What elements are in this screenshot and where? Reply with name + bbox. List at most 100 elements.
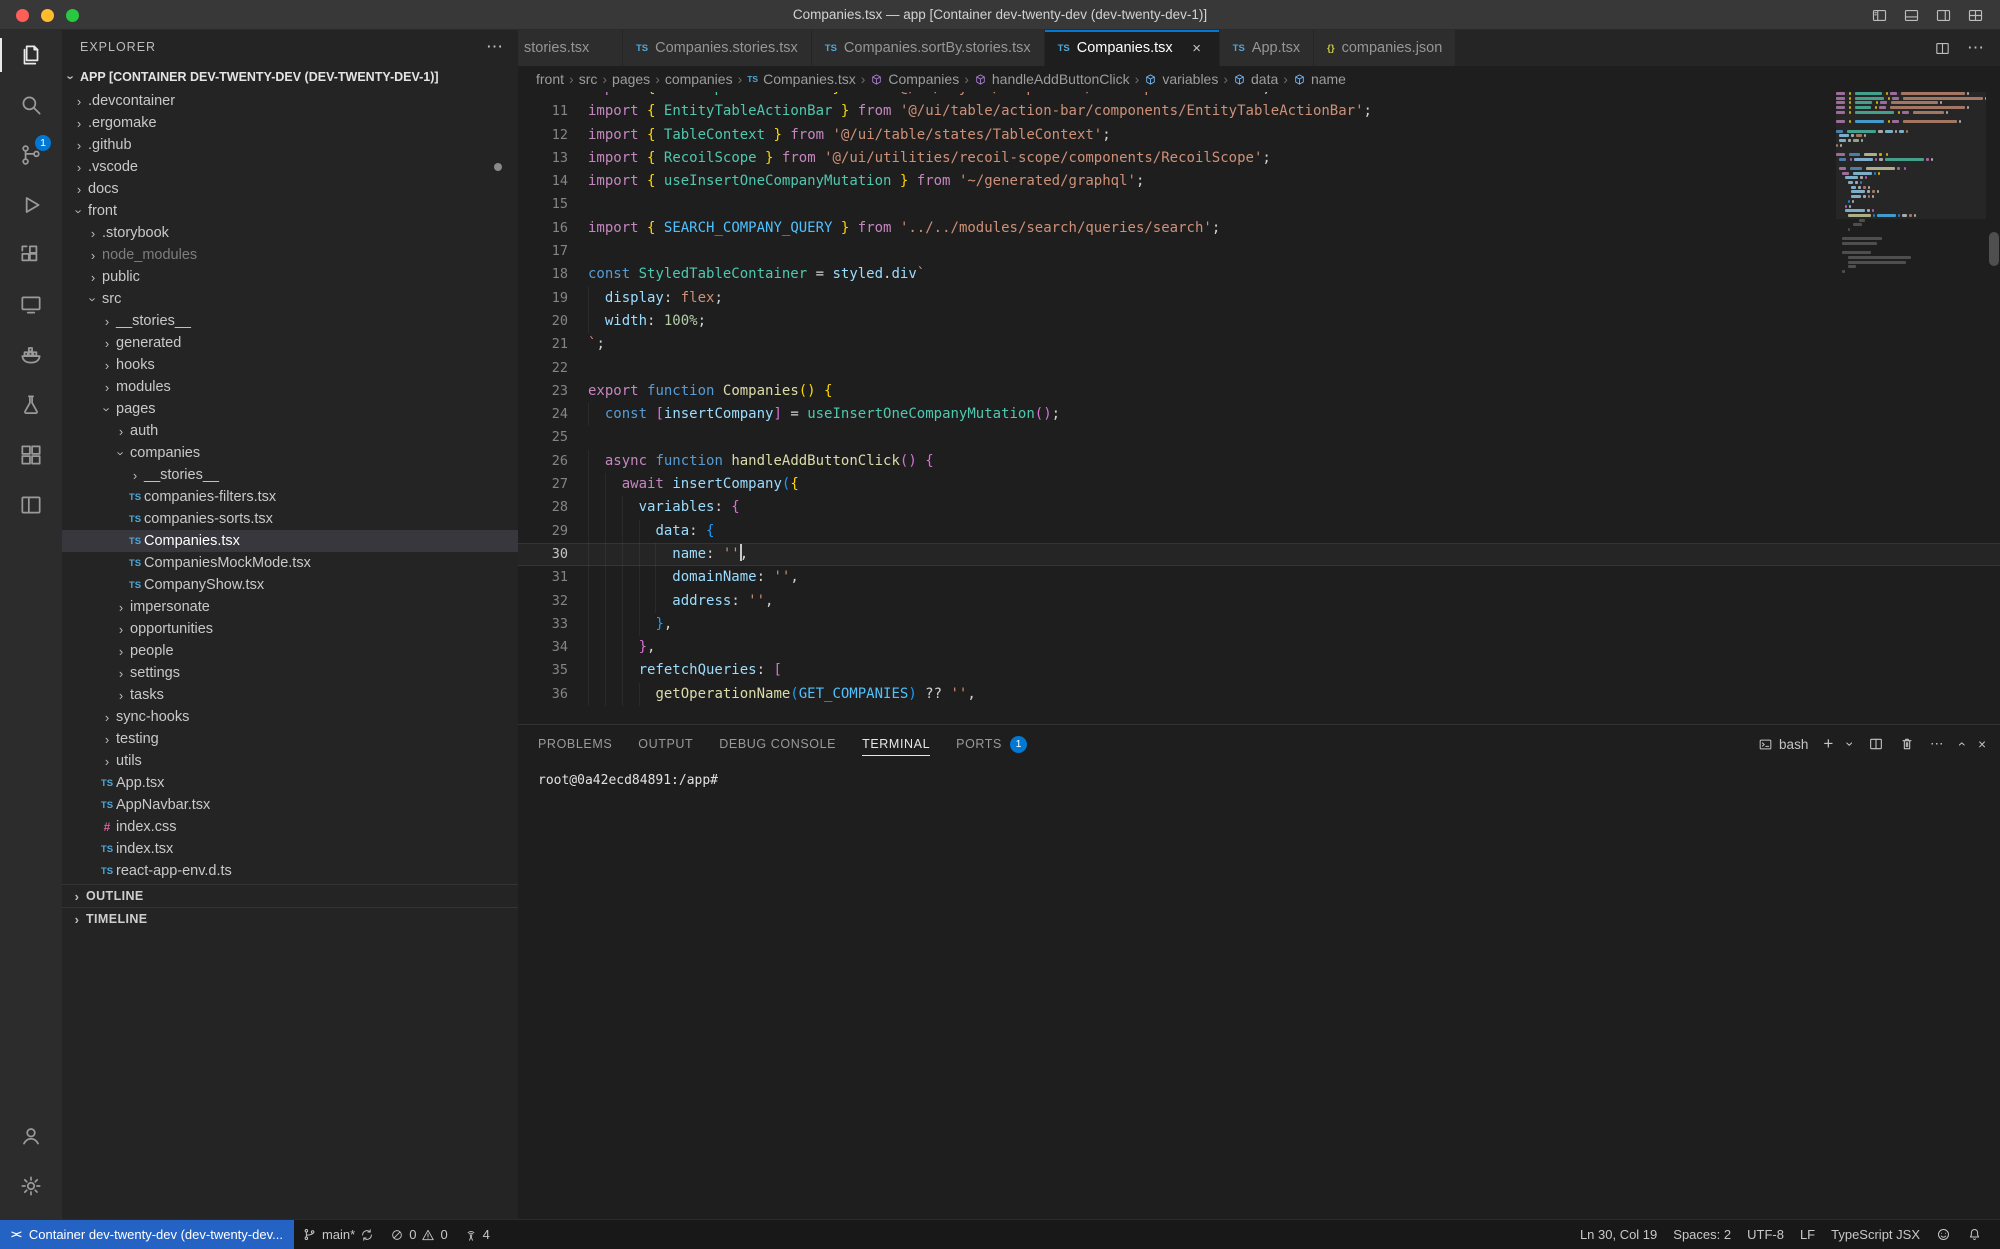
kill-terminal-icon[interactable] bbox=[1899, 736, 1915, 752]
editor-tab[interactable]: TSCompanies.stories.tsx bbox=[623, 30, 812, 66]
line-number[interactable]: 10 bbox=[518, 92, 588, 100]
line-number[interactable]: 14 bbox=[518, 170, 588, 193]
sidebar-section-timeline[interactable]: ›TIMELINE bbox=[62, 907, 518, 930]
activity-run-debug-button[interactable] bbox=[0, 180, 62, 230]
breadcrumb-item[interactable]: companies bbox=[665, 71, 733, 87]
split-terminal-icon[interactable] bbox=[1868, 736, 1884, 752]
breadcrumb-item[interactable]: variables bbox=[1144, 71, 1218, 87]
code-line[interactable]: 36 getOperationName(GET_COMPANIES) ?? ''… bbox=[518, 683, 2000, 706]
explorer-actions-icon[interactable]: ⋯ bbox=[486, 37, 504, 57]
code-line[interactable]: 32 address: '', bbox=[518, 590, 2000, 613]
code-line[interactable]: 29 data: { bbox=[518, 520, 2000, 543]
line-number[interactable]: 20 bbox=[518, 310, 588, 333]
editor-tab[interactable]: TSApp.tsx bbox=[1220, 30, 1315, 66]
line-number[interactable]: 36 bbox=[518, 683, 588, 706]
breadcrumb-item[interactable]: src bbox=[579, 71, 598, 87]
code-line[interactable]: 25 bbox=[518, 426, 2000, 449]
breadcrumb-item[interactable]: data bbox=[1233, 71, 1278, 87]
tree-item[interactable]: ›pages bbox=[62, 398, 518, 420]
tree-item[interactable]: TSCompanies.tsx bbox=[62, 530, 518, 552]
line-number[interactable]: 15 bbox=[518, 193, 588, 216]
workspace-section-header[interactable]: › APP [CONTAINER DEV-TWENTY-DEV (DEV-TWE… bbox=[62, 64, 518, 90]
line-number[interactable]: 18 bbox=[518, 263, 588, 286]
editor-tab[interactable]: TSCompanies.sortBy.stories.tsx bbox=[812, 30, 1045, 66]
tree-item[interactable]: TScompanies-filters.tsx bbox=[62, 486, 518, 508]
editor-tab[interactable]: stories.tsx bbox=[518, 30, 623, 66]
customize-layout-button[interactable] bbox=[1967, 7, 1984, 24]
line-number[interactable]: 16 bbox=[518, 217, 588, 240]
tree-item[interactable]: ›opportunities bbox=[62, 618, 518, 640]
tree-item[interactable]: ›generated bbox=[62, 332, 518, 354]
toggle-secondary-sidebar-button[interactable] bbox=[1935, 7, 1952, 24]
panel-more-actions-icon[interactable]: ⋯ bbox=[1930, 736, 1944, 752]
line-number[interactable]: 28 bbox=[518, 496, 588, 519]
tree-item[interactable]: ›src bbox=[62, 288, 518, 310]
panel-tab-output[interactable]: OUTPUT bbox=[638, 725, 693, 763]
line-number[interactable]: 24 bbox=[518, 403, 588, 426]
problems-indicator[interactable]: 0 0 bbox=[382, 1227, 455, 1242]
activity-grid-button[interactable] bbox=[0, 430, 62, 480]
tree-item[interactable]: ›.ergomake bbox=[62, 112, 518, 134]
panel-tab-ports[interactable]: PORTS1 bbox=[956, 725, 1027, 763]
activity-preview-button[interactable] bbox=[0, 480, 62, 530]
tree-item[interactable]: ›front bbox=[62, 200, 518, 222]
tree-item[interactable]: TScompanies-sorts.tsx bbox=[62, 508, 518, 530]
activity-search-button[interactable] bbox=[0, 80, 62, 130]
code-line[interactable]: 11import { EntityTableActionBar } from '… bbox=[518, 100, 2000, 123]
editor-scrollbar[interactable] bbox=[1989, 232, 1999, 266]
terminal-output[interactable]: root@0a42ecd84891:/app# bbox=[518, 763, 2000, 1219]
tree-item[interactable]: ›docs bbox=[62, 178, 518, 200]
breadcrumb-item[interactable]: name bbox=[1293, 71, 1346, 87]
remote-indicator[interactable]: >< Container dev-twenty-dev (dev-twenty-… bbox=[0, 1220, 294, 1249]
encoding[interactable]: UTF-8 bbox=[1739, 1227, 1792, 1242]
code-editor[interactable]: 10import { WithTopBarContainer } from '@… bbox=[518, 92, 2000, 724]
feedback[interactable] bbox=[1928, 1227, 1959, 1242]
code-line[interactable]: 16import { SEARCH_COMPANY_QUERY } from '… bbox=[518, 217, 2000, 240]
tree-item[interactable]: ›utils bbox=[62, 750, 518, 772]
tree-item[interactable]: TSCompaniesMockMode.tsx bbox=[62, 552, 518, 574]
new-terminal-icon[interactable]: + bbox=[1823, 734, 1833, 754]
tree-item[interactable]: ›public bbox=[62, 266, 518, 288]
tree-item[interactable]: ›__stories__ bbox=[62, 310, 518, 332]
breadcrumb-item[interactable]: handleAddButtonClick bbox=[974, 71, 1130, 87]
code-line[interactable]: 19 display: flex; bbox=[518, 287, 2000, 310]
line-number[interactable]: 29 bbox=[518, 520, 588, 543]
line-number[interactable]: 35 bbox=[518, 659, 588, 682]
tree-item[interactable]: ›sync-hooks bbox=[62, 706, 518, 728]
tree-item[interactable]: TSAppNavbar.tsx bbox=[62, 794, 518, 816]
activity-account-button[interactable] bbox=[0, 1111, 62, 1161]
code-line[interactable]: 31 domainName: '', bbox=[518, 566, 2000, 589]
activity-settings-button[interactable] bbox=[0, 1161, 62, 1211]
close-tab-icon[interactable]: × bbox=[1188, 40, 1206, 57]
code-line[interactable]: 15 bbox=[518, 193, 2000, 216]
panel-tab-terminal[interactable]: TERMINAL bbox=[862, 725, 930, 763]
line-number[interactable]: 11 bbox=[518, 100, 588, 123]
code-line[interactable]: 14import { useInsertOneCompanyMutation }… bbox=[518, 170, 2000, 193]
indentation[interactable]: Spaces: 2 bbox=[1665, 1227, 1739, 1242]
maximize-panel-icon[interactable]: › bbox=[1953, 742, 1969, 747]
line-number[interactable]: 19 bbox=[518, 287, 588, 310]
code-line[interactable]: 26 async function handleAddButtonClick()… bbox=[518, 450, 2000, 473]
minimap[interactable] bbox=[1836, 92, 1986, 724]
activity-docker-button[interactable] bbox=[0, 330, 62, 380]
shell-selector[interactable]: bash bbox=[1758, 737, 1808, 752]
zoom-window-button[interactable] bbox=[66, 9, 79, 22]
tree-item[interactable]: ›impersonate bbox=[62, 596, 518, 618]
code-line[interactable]: 10import { WithTopBarContainer } from '@… bbox=[518, 92, 2000, 100]
panel-tab-problems[interactable]: PROBLEMS bbox=[538, 725, 612, 763]
code-line[interactable]: 12import { TableContext } from '@/ui/tab… bbox=[518, 124, 2000, 147]
terminal-dropdown-icon[interactable]: › bbox=[1843, 742, 1859, 747]
tree-item[interactable]: ›.github bbox=[62, 134, 518, 156]
line-number[interactable]: 34 bbox=[518, 636, 588, 659]
tree-item[interactable]: ›people bbox=[62, 640, 518, 662]
line-number[interactable]: 30 bbox=[518, 543, 588, 566]
line-number[interactable]: 23 bbox=[518, 380, 588, 403]
tree-item[interactable]: #index.css bbox=[62, 816, 518, 838]
tree-item[interactable]: TSApp.tsx bbox=[62, 772, 518, 794]
line-number[interactable]: 26 bbox=[518, 450, 588, 473]
line-number[interactable]: 31 bbox=[518, 566, 588, 589]
notifications[interactable] bbox=[1959, 1227, 1990, 1242]
editor-tab[interactable]: {}companies.json bbox=[1314, 30, 1456, 66]
code-line[interactable]: 35 refetchQueries: [ bbox=[518, 659, 2000, 682]
line-number[interactable]: 32 bbox=[518, 590, 588, 613]
